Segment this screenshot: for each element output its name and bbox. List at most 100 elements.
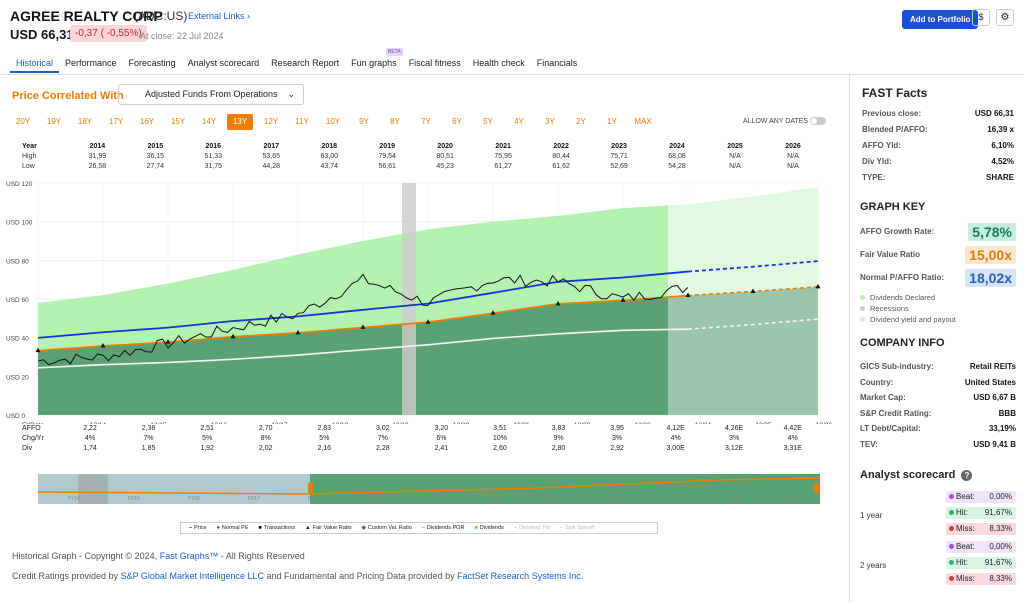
price-change-badge: -0,37 ( -0,55%) xyxy=(70,25,147,42)
fast-fact-row: TYPE: SHARE xyxy=(862,173,1014,182)
add-to-portfolio-button[interactable]: Add to Portfolio xyxy=(902,10,979,29)
chart-legend: – Price ● Normal PE ■ Transactions ▲ Fair Value… xyxy=(180,522,658,534)
navigator-fy-label: FY26 xyxy=(788,496,800,502)
year-range-15y[interactable]: 15Y xyxy=(165,114,191,130)
legend-item[interactable]: – Price xyxy=(189,525,207,531)
metric-select[interactable]: Adjusted Funds From Operations ⌄ xyxy=(118,84,304,105)
year-range-8y[interactable]: 8Y xyxy=(382,114,408,130)
tab-fiscal-fitness[interactable]: Fiscal fitness xyxy=(403,58,467,73)
y-tick-label: USD 100 xyxy=(6,220,33,227)
legend-item[interactable]: – Dividends POR xyxy=(422,525,465,531)
year-range-11y[interactable]: 11Y xyxy=(289,114,315,130)
cell: 53,65 xyxy=(262,153,281,160)
tab-research-report[interactable]: Research Report xyxy=(265,58,345,73)
legend-label: Dividend Yld xyxy=(518,525,550,531)
year-range-20y[interactable]: 20Y xyxy=(10,114,36,130)
year-range-12y[interactable]: 12Y xyxy=(258,114,284,130)
allow-any-dates-label: ALLOW ANY DATES xyxy=(743,118,809,125)
tab-label: Research Report xyxy=(271,58,340,68)
fundamentals-row: Div 1,74 1,85 1,92 2,02 2,16 2,28 2,41 2,60 2,80 2… xyxy=(22,444,822,454)
scorecard-value: 8,33% xyxy=(989,574,1012,583)
gear-icon[interactable]: ⚙ xyxy=(996,9,1014,26)
currency-button[interactable]: $ xyxy=(972,9,990,26)
external-links[interactable]: External Links › xyxy=(188,11,250,21)
cell: 3,20 xyxy=(434,425,449,432)
year-range-1y[interactable]: 1Y xyxy=(599,114,625,130)
navigator-handle-left[interactable] xyxy=(308,483,313,493)
tab-forecasting[interactable]: Forecasting xyxy=(123,58,182,73)
cell: 10% xyxy=(492,435,507,442)
allow-any-dates-toggle[interactable] xyxy=(810,117,826,125)
tab-health-check[interactable]: Health check xyxy=(467,58,531,73)
legend-item[interactable]: ■ Transactions xyxy=(259,525,296,531)
factset-link[interactable]: FactSet Research Systems Inc. xyxy=(457,571,583,581)
legend-item[interactable]: ▲ Fair Value Ratio xyxy=(305,525,351,531)
y-tick-label: USD 80 xyxy=(6,258,29,265)
year-range-18y[interactable]: 18Y xyxy=(72,114,98,130)
legend-symbol: ▲ xyxy=(305,525,311,531)
cell: 54,28 xyxy=(668,163,686,170)
cell: 51,33 xyxy=(204,153,223,160)
year-range-max[interactable]: MAX xyxy=(630,114,656,130)
navigator-fy-label: FY14 xyxy=(68,496,80,502)
legend-item[interactable]: – Split Spinoff xyxy=(560,525,594,531)
row-label: Div xyxy=(22,445,33,452)
fast-fact-row: Previous close: USD 66,31 xyxy=(862,109,1014,118)
cell: 3% xyxy=(729,435,740,442)
info-label: Country: xyxy=(860,377,894,387)
sp-global-link[interactable]: S&P Global Market Intelligence LLC xyxy=(121,571,264,581)
year-range-16y[interactable]: 16Y xyxy=(134,114,160,130)
cell: 2020 xyxy=(437,143,453,150)
legend-item[interactable]: ■ Dividends xyxy=(474,525,503,531)
cell: 1,74 xyxy=(83,445,97,452)
year-range-9y[interactable]: 9Y xyxy=(351,114,377,130)
cell: 52,69 xyxy=(610,163,628,170)
cell: 2,92 xyxy=(610,445,624,452)
company-info-row: TEV: USD 9,41 B xyxy=(860,440,1016,449)
cell: 4,26E xyxy=(725,425,744,432)
scorecard-hit-row: Hit: 91,67% xyxy=(946,557,1016,569)
cell: 43,74 xyxy=(320,163,338,170)
cell: 2025 xyxy=(727,143,743,150)
navigator-handle-right[interactable] xyxy=(814,483,819,493)
row-label: Year xyxy=(22,143,37,150)
legend-symbol: ■ xyxy=(474,525,478,531)
year-range-19y[interactable]: 19Y xyxy=(41,114,67,130)
year-range-7y[interactable]: 7Y xyxy=(413,114,439,130)
cell: 4,42E xyxy=(783,425,802,432)
tab-financials[interactable]: Financials xyxy=(531,58,584,73)
year-range-6y[interactable]: 6Y xyxy=(444,114,470,130)
tab-analyst-scorecard[interactable]: Analyst scorecard xyxy=(182,58,266,73)
info-label: TEV: xyxy=(860,439,878,449)
help-icon[interactable]: ? xyxy=(961,470,973,481)
row-label: Chg/Yr xyxy=(22,435,44,442)
tab-historical[interactable]: Historical xyxy=(10,58,60,73)
year-table-row: High 31,99 36,15 51,33 53,65 63,00 79,54 80,51 7… xyxy=(22,152,822,162)
legend-item[interactable]: ● Normal PE xyxy=(217,525,249,531)
info-value: 33,19% xyxy=(988,424,1016,433)
year-range-2y[interactable]: 2Y xyxy=(568,114,594,130)
scorecard-miss-row: Miss: 8,33% xyxy=(946,573,1016,585)
year-range-13y[interactable]: 13Y xyxy=(227,114,253,130)
cell: 4% xyxy=(787,435,798,442)
tab-fun-graphs[interactable]: Fun graphs BETA xyxy=(345,48,403,73)
graph-key-legend-item: Dividend yield and payout xyxy=(860,315,956,324)
year-range-3y[interactable]: 3Y xyxy=(537,114,563,130)
year-range-10y[interactable]: 10Y xyxy=(320,114,346,130)
legend-item[interactable]: ◆ Custom Val. Ratio xyxy=(362,525,412,531)
range-navigator[interactable]: FY14 FY15 FY16 FY17 FY18 FY19 FY20 FY21 FY22 FY23… xyxy=(38,474,820,504)
year-range-17y[interactable]: 17Y xyxy=(103,114,129,130)
fastgraphs-link[interactable]: Fast Graphs™ xyxy=(160,551,219,561)
fast-fact-row: Div Yld: 4,52% xyxy=(862,157,1014,166)
tab-performance[interactable]: Performance xyxy=(59,58,123,73)
legend-symbol: ● xyxy=(216,525,220,531)
legend-item[interactable]: – Dividend Yld xyxy=(514,525,550,531)
cell: N/A xyxy=(787,153,799,160)
year-range-14y[interactable]: 14Y xyxy=(196,114,222,130)
scorecard-label: Hit: xyxy=(956,558,968,567)
year-range-4y[interactable]: 4Y xyxy=(506,114,532,130)
key-label: AFFO Growth Rate: xyxy=(860,227,935,236)
year-range-5y[interactable]: 5Y xyxy=(475,114,501,130)
cell: 2,80 xyxy=(551,445,566,452)
legend-label: Dividend yield and payout xyxy=(870,315,956,324)
